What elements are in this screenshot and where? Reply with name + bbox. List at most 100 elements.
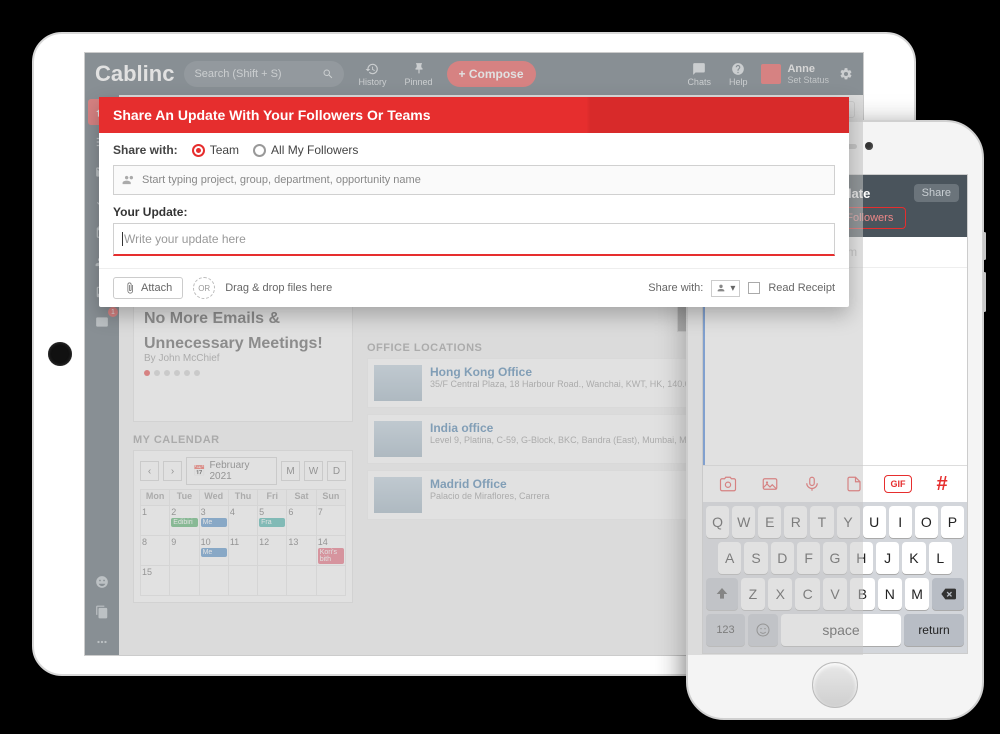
key-j[interactable]: J [876,542,899,574]
gear-icon[interactable] [839,67,853,81]
files-icon [95,605,109,619]
phone-volume-button[interactable] [983,272,986,312]
key-w[interactable]: W [732,506,755,538]
cal-month[interactable]: 📅 February 2021 [186,457,277,485]
key-i[interactable]: I [889,506,912,538]
shift-icon [714,586,730,602]
user-menu[interactable]: Anne Set Status [761,63,829,85]
key-y[interactable]: Y [837,506,860,538]
key-x[interactable]: X [768,578,792,610]
pinned-button[interactable]: Pinned [400,62,436,87]
key-123[interactable]: 123 [706,614,745,646]
nav-more[interactable] [88,629,116,655]
msg-badge: 1 [108,307,118,317]
cal-view-d[interactable]: D [327,461,346,481]
camera-icon[interactable] [716,472,740,496]
update-textarea[interactable]: Write your update here [113,223,835,256]
gif-icon[interactable]: GIF [884,475,912,493]
cal-event: Me [201,548,227,557]
cal-event: Edibiri [171,518,197,527]
phone-power-button[interactable] [983,232,986,260]
recipient-input[interactable]: Start typing project, group, department,… [113,165,835,195]
phone-camera [865,142,873,150]
key-m[interactable]: M [905,578,929,610]
radio-all-followers[interactable]: All My Followers [253,143,358,157]
keyboard: QWERTYUIOP ASDFGHJKL ZXCVBNM 123 space r… [703,502,967,653]
key-c[interactable]: C [795,578,819,610]
phone-share-button[interactable]: Share [914,184,959,202]
key-a[interactable]: A [718,542,741,574]
cal-event: Kori's bith [318,548,344,564]
document-icon[interactable] [842,472,866,496]
more-icon [95,635,109,649]
key-b[interactable]: B [850,578,874,610]
key-s[interactable]: S [744,542,767,574]
history-button[interactable]: History [354,62,390,87]
help-icon [731,62,745,76]
cal-prev[interactable]: ‹ [140,461,159,481]
phone-home-button[interactable] [812,662,858,708]
chats-button[interactable]: Chats [683,62,715,87]
key-o[interactable]: O [915,506,938,538]
key-z[interactable]: Z [741,578,765,610]
share-with-label: Share with: [113,143,178,157]
key-g[interactable]: G [823,542,846,574]
key-v[interactable]: V [823,578,847,610]
footer-sharewith-label: Share with: [648,282,703,294]
key-f[interactable]: F [797,542,820,574]
key-k[interactable]: K [902,542,925,574]
carousel-dots[interactable] [144,370,342,376]
attach-button[interactable]: Attach [113,277,183,299]
promo-byline: By John McChief [144,353,342,364]
cal-view-m[interactable]: M [281,461,300,481]
key-q[interactable]: Q [706,506,729,538]
cal-next[interactable]: › [163,461,182,481]
recipient-placeholder: Start typing project, group, department,… [142,174,421,186]
read-receipt-label: Read Receipt [768,282,835,294]
person-icon [716,283,726,293]
nav-emoji[interactable] [88,569,116,595]
share-update-modal: Share An Update With Your Followers Or T… [99,97,849,307]
search-placeholder: Search (Shift + S) [194,68,281,80]
backspace-icon [940,586,956,602]
promo-title-2: Unnecessary Meetings! [144,334,342,353]
smile-icon [95,575,109,589]
key-space[interactable]: space [781,614,901,646]
mic-icon[interactable] [800,472,824,496]
key-return[interactable]: return [904,614,964,646]
key-r[interactable]: R [784,506,807,538]
key-h[interactable]: H [850,542,873,574]
help-button[interactable]: Help [725,62,752,87]
smile-icon [755,622,771,638]
topbar: Cablinc Search (Shift + S) History Pinne… [85,53,863,95]
hashtag-icon[interactable]: # [930,472,954,496]
key-t[interactable]: T [810,506,833,538]
nav-messages[interactable]: 1 [88,309,116,335]
image-icon[interactable] [758,472,782,496]
key-n[interactable]: N [878,578,902,610]
cal-view-w[interactable]: W [304,461,323,481]
brand-logo: Cablinc [95,61,174,87]
key-l[interactable]: L [929,542,952,574]
history-icon [365,62,379,76]
nav-files[interactable] [88,599,116,625]
compose-toolbar: GIF # [703,465,967,502]
key-p[interactable]: P [941,506,964,538]
search-input[interactable]: Search (Shift + S) [184,61,344,87]
sharewith-dropdown[interactable]: ▾ [711,280,740,297]
compose-button[interactable]: + Compose [447,61,536,87]
envelope-icon [95,315,109,329]
radio-team[interactable]: Team [192,143,239,157]
read-receipt-checkbox[interactable] [748,282,760,294]
key-emoji[interactable] [748,614,778,646]
tablet-home-button[interactable] [48,342,72,366]
key-u[interactable]: U [863,506,886,538]
pin-icon [412,62,426,76]
calendar-widget: ‹ › 📅 February 2021 M W D MonTueWedThuFr… [133,450,353,603]
key-e[interactable]: E [758,506,781,538]
paperclip-icon [124,282,136,294]
key-d[interactable]: D [771,542,794,574]
key-delete[interactable] [932,578,964,610]
key-shift[interactable] [706,578,738,610]
dragdrop-hint: Drag & drop files here [225,282,332,294]
